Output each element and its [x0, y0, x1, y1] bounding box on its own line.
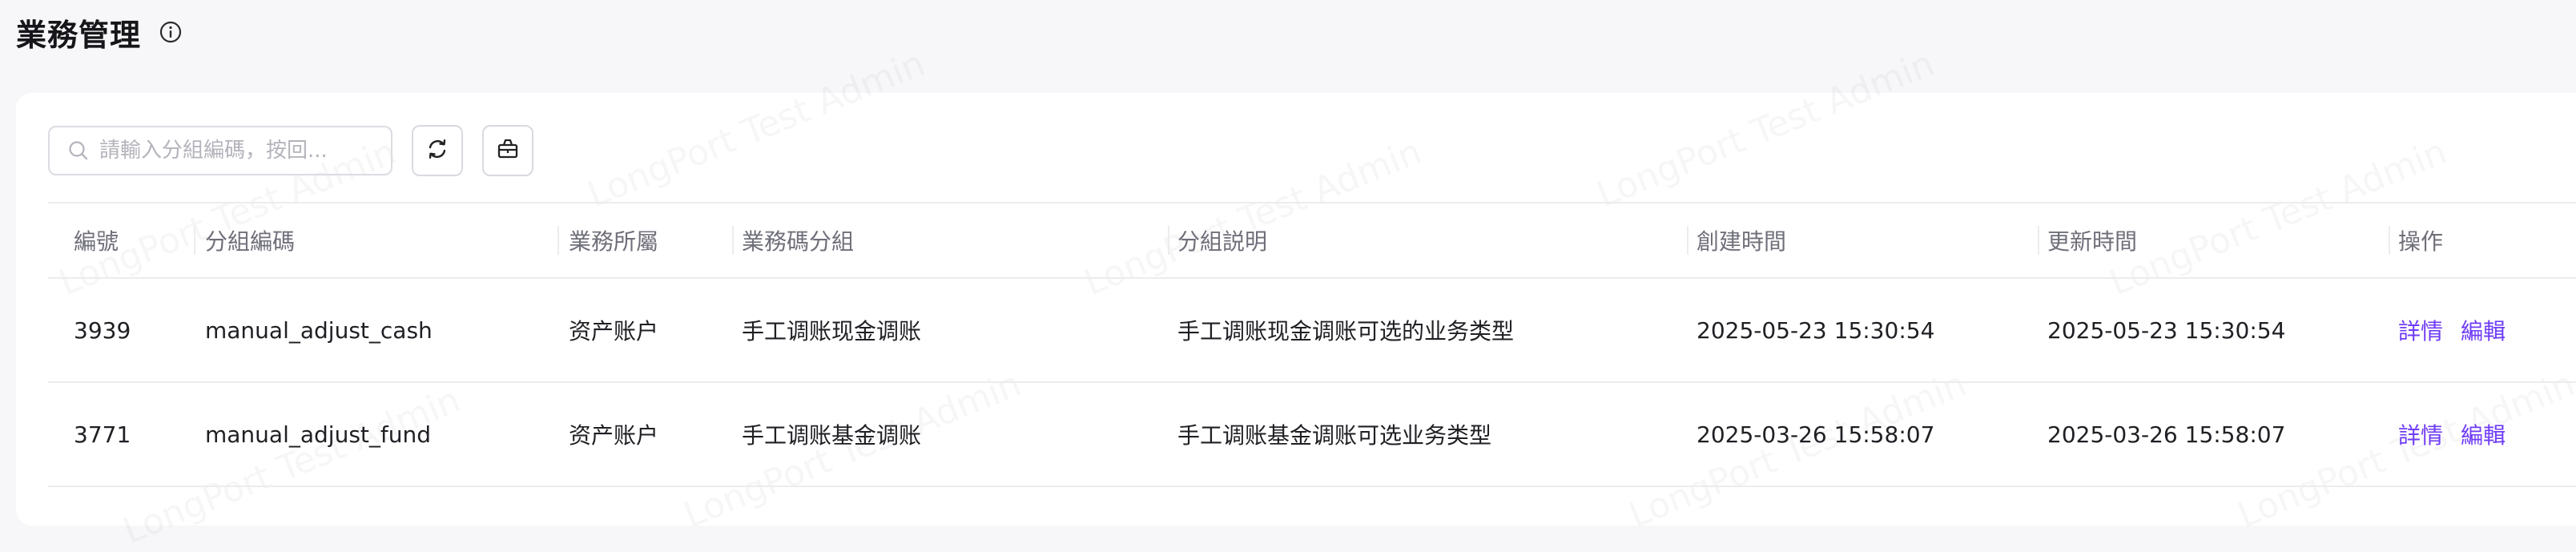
- cell-created-time: 2025-05-23 15:30:54: [1697, 316, 1935, 344]
- detail-link[interactable]: 詳情: [2398, 418, 2443, 450]
- cell-code-group: 手工调账现金调账: [742, 318, 922, 344]
- page-header: 業務管理: [16, 10, 183, 54]
- watermark: LongPort Test Admin: [582, 43, 931, 216]
- cell-owner: 资产账户: [569, 318, 659, 344]
- cell-group-code: manual_adjust_cash: [205, 316, 433, 344]
- content-card: LongPort Test Admin LongPort Test Admin …: [16, 93, 2576, 526]
- cell-updated-time: 2025-03-26 15:58:07: [2047, 421, 2286, 448]
- toolbar: [48, 125, 533, 176]
- cell-owner: 资产账户: [569, 422, 659, 449]
- header-group-code[interactable]: 分組編碼: [205, 203, 295, 277]
- table-header-row: 編號 分組編碼 業務所屬 業務碼分組 分組説明 創建時間 更新時間 操作: [48, 202, 2576, 279]
- cell-updated-time: 2025-05-23 15:30:54: [2047, 316, 2286, 344]
- watermark: LongPort Test Admin: [1592, 43, 1940, 216]
- cell-id: 3771: [74, 421, 131, 448]
- header-actions: 操作: [2398, 228, 2444, 255]
- cell-id: 3939: [74, 316, 131, 344]
- table-row: 3771 manual_adjust_fund 资产账户 手工调账基金调账 手工…: [48, 383, 2576, 487]
- search-input[interactable]: [98, 138, 389, 163]
- edit-link[interactable]: 編輯: [2461, 314, 2506, 346]
- edit-link[interactable]: 編輯: [2461, 418, 2506, 450]
- header-updated-time[interactable]: 更新時間: [2047, 203, 2137, 277]
- detail-link[interactable]: 詳情: [2398, 314, 2443, 346]
- table-row: 3939 manual_adjust_cash 资产账户 手工调账现金调账 手工…: [48, 279, 2576, 383]
- cell-created-time: 2025-03-26 15:58:07: [1697, 421, 1935, 448]
- header-owner[interactable]: 業務所屬: [569, 203, 658, 277]
- cell-code-group: 手工调账基金调账: [742, 422, 922, 449]
- header-code-group[interactable]: 業務碼分組: [742, 203, 854, 277]
- cell-description: 手工调账基金调账可选业务类型: [1177, 422, 1492, 449]
- search-box[interactable]: [48, 126, 392, 175]
- page-title: 業務管理: [16, 17, 142, 53]
- cell-actions: 詳情 編輯: [2398, 383, 2523, 486]
- info-icon[interactable]: [159, 20, 183, 44]
- cell-group-code: manual_adjust_fund: [205, 421, 432, 448]
- refresh-button[interactable]: [412, 125, 463, 176]
- cell-description: 手工调账现金调账可选的业务类型: [1177, 318, 1515, 344]
- header-description[interactable]: 分組説明: [1177, 203, 1267, 277]
- header-created-time[interactable]: 創建時間: [1697, 203, 1786, 277]
- refresh-icon: [425, 136, 450, 165]
- business-table: 編號 分組編碼 業務所屬 業務碼分組 分組説明 創建時間 更新時間 操作 393…: [48, 202, 2576, 487]
- cell-actions: 詳情 編輯: [2398, 279, 2523, 381]
- basket-button[interactable]: [482, 125, 533, 176]
- basket-icon: [495, 136, 521, 165]
- header-id[interactable]: 編號: [74, 203, 119, 277]
- search-icon: [67, 139, 90, 162]
